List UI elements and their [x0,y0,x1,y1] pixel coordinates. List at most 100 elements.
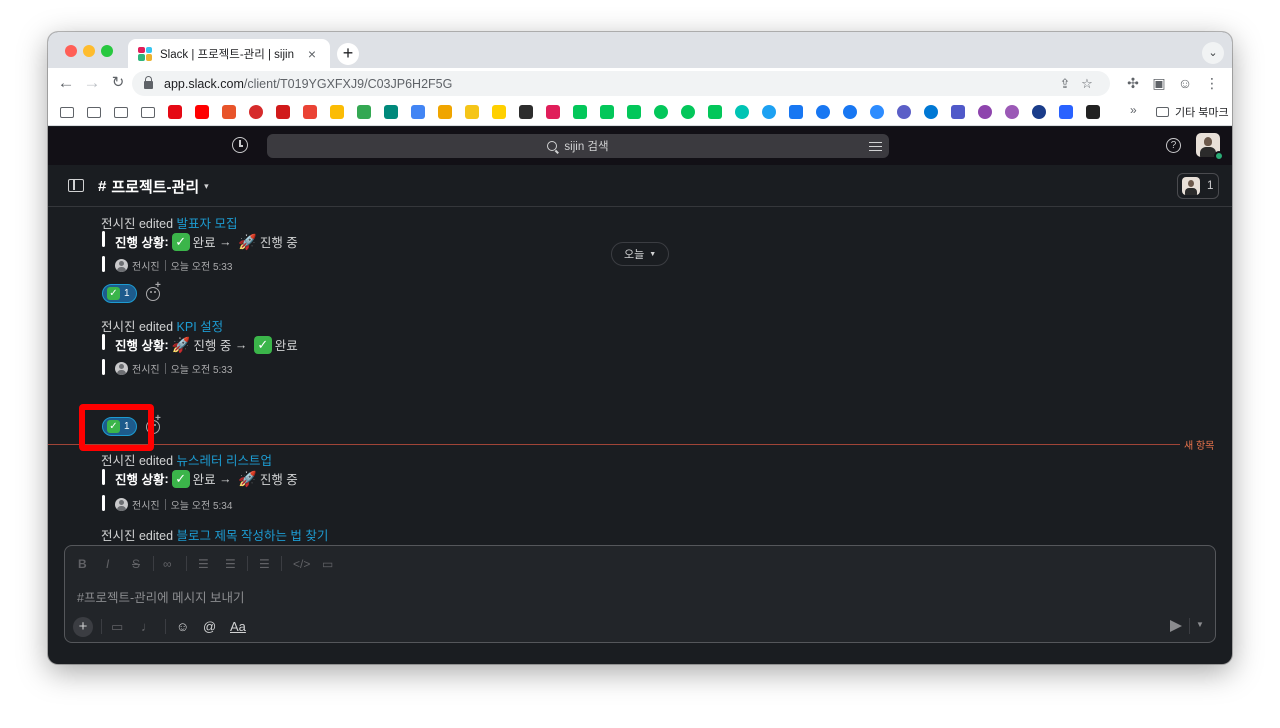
extensions-puzzle-icon[interactable]: ✣ [1121,71,1145,95]
bookmark-icon[interactable] [1032,105,1046,119]
video-clip-icon[interactable]: ▭ [111,619,123,635]
bookmark-icon[interactable] [978,105,992,119]
back-arrow-icon[interactable]: ← [54,71,78,95]
profile-avatar-icon[interactable]: ☺ [1173,71,1197,95]
bookmark-folder-icon[interactable] [87,107,101,118]
tab-search-chevron-icon[interactable]: ⌄ [1202,42,1224,64]
check-mark-emoji-icon: ✓ [171,232,190,251]
message-composer[interactable]: B I S ∞ ☰ ☰ ☰ </> ▭ #프로젝트-관리에 메시지 보내기 + … [64,545,1216,643]
bookmark-icon[interactable] [789,105,803,119]
bookmark-folder-icon[interactable] [141,107,155,118]
status-change: 진행 상황: ✓ 완료 → 🚀 진행 중 [115,232,298,251]
bookmark-icon[interactable] [465,105,479,119]
channel-members-button[interactable]: 1 [1177,173,1219,199]
meet-bookmark-icon[interactable] [384,105,398,119]
search-input[interactable]: sijin 검색 [267,134,889,158]
naver-bookmark-icon[interactable] [627,105,641,119]
date-divider-button[interactable]: 오늘 ▼ [611,242,670,266]
bookmark-folder-icon[interactable] [114,107,128,118]
youtube-bookmark-icon[interactable] [195,105,209,119]
author-avatar [115,362,128,375]
bookmark-icon[interactable] [249,105,263,119]
message-link[interactable]: 뉴스레터 리스트업 [177,454,272,468]
other-bookmarks-folder[interactable]: 기타 북마크 [1156,104,1229,120]
bookmark-icon[interactable] [1005,105,1019,119]
message-link[interactable]: 발표자 모집 [177,217,238,231]
search-filter-icon[interactable] [869,140,882,152]
strikethrough-icon[interactable]: S [132,557,140,571]
bookmark-icon[interactable] [1086,105,1100,119]
bookmark-icon[interactable] [222,105,236,119]
mention-icon[interactable]: @ [203,619,216,634]
address-bar[interactable]: app.slack.com/client/T019YGXFXJ9/C03JP6H… [132,71,1110,96]
more-bookmarks-icon[interactable]: » [1130,103,1137,117]
naver-bookmark-icon[interactable] [600,105,614,119]
bookmark-icon[interactable] [735,105,749,119]
reaction-checkmark-button[interactable]: ✓ 1 [102,284,137,303]
send-options-chevron-icon[interactable]: ▼ [1196,620,1204,629]
blog-bookmark-icon[interactable] [654,105,668,119]
calendar-bookmark-icon[interactable] [411,105,425,119]
attach-plus-button[interactable]: + [73,617,93,637]
bookmark-icon[interactable] [1059,105,1073,119]
rocket-emoji-icon: 🚀 [171,336,191,354]
slack-top-bar: sijin 검색 ? [48,127,1232,165]
minimize-window-button[interactable] [83,45,95,57]
slack-bookmark-icon[interactable] [546,105,560,119]
channel-name-button[interactable]: # 프로젝트-관리 ▾ [98,176,209,197]
bookmark-folder-icon[interactable] [60,107,74,118]
share-icon[interactable]: ⇪ [1054,76,1076,92]
facebook-bookmark-icon[interactable] [816,105,830,119]
slack-favicon-icon [138,46,152,61]
rocket-emoji-icon: 🚀 [238,233,257,251]
netflix-bookmark-icon[interactable] [168,105,182,119]
bookmark-icon[interactable] [708,105,722,119]
browser-menu-icon[interactable]: ⋮ [1200,71,1224,95]
blog-bookmark-icon[interactable] [681,105,695,119]
gmail-bookmark-icon[interactable] [303,105,317,119]
reload-icon[interactable]: ↻ [106,71,130,95]
message-input[interactable]: #프로젝트-관리에 메시지 보내기 [77,587,245,606]
twitter-bookmark-icon[interactable] [762,105,776,119]
bookmark-icon[interactable] [897,105,911,119]
send-icon[interactable] [1170,620,1182,632]
code-icon[interactable]: </> [293,557,310,571]
bold-icon[interactable]: B [78,557,87,571]
facebook-bookmark-icon[interactable] [843,105,857,119]
bullet-list-icon[interactable]: ☰ [225,557,236,571]
naver-bookmark-icon[interactable] [573,105,587,119]
drive-bookmark-icon[interactable] [330,105,344,119]
italic-icon[interactable]: I [106,557,109,571]
message-link[interactable]: 블로그 제목 작성하는 법 찾기 [177,529,329,543]
close-window-button[interactable] [65,45,77,57]
help-icon[interactable]: ? [1166,138,1181,153]
microphone-icon[interactable]: ♩ [141,619,154,634]
bookmark-icon[interactable] [438,105,452,119]
browser-tab[interactable]: Slack | 프로젝트-관리 | sijin × [128,39,330,68]
teams-bookmark-icon[interactable] [951,105,965,119]
new-tab-button[interactable]: + [337,43,359,65]
onedrive-bookmark-icon[interactable] [924,105,938,119]
add-reaction-icon[interactable] [146,280,161,301]
bookmark-star-icon[interactable]: ☆ [1076,76,1098,92]
formatting-toggle-button[interactable]: Aa [230,619,246,634]
forward-arrow-icon[interactable]: → [80,71,104,95]
ordered-list-icon[interactable]: ☰ [198,557,209,571]
sidebar-toggle-icon[interactable] [68,179,84,192]
tab-strip: Slack | 프로젝트-관리 | sijin × + ⌄ [48,32,1232,68]
tab-close-icon[interactable]: × [304,46,320,62]
emoji-icon[interactable]: ☺ [176,619,189,634]
blockquote-icon[interactable]: ☰ [259,557,270,571]
history-clock-icon[interactable] [232,137,248,153]
zoom-bookmark-icon[interactable] [870,105,884,119]
link-icon[interactable]: ∞ [163,557,172,571]
maximize-window-button[interactable] [101,45,113,57]
photos-bookmark-icon[interactable] [357,105,371,119]
message-text: 전시진 edited 뉴스레터 리스트업 [101,454,272,468]
bookmark-icon[interactable] [492,105,506,119]
bookmark-icon[interactable] [276,105,290,119]
side-panel-icon[interactable]: ▣ [1147,71,1171,95]
code-block-icon[interactable]: ▭ [322,557,333,571]
bookmark-icon[interactable] [519,105,533,119]
message-link[interactable]: KPI 설정 [177,320,224,334]
